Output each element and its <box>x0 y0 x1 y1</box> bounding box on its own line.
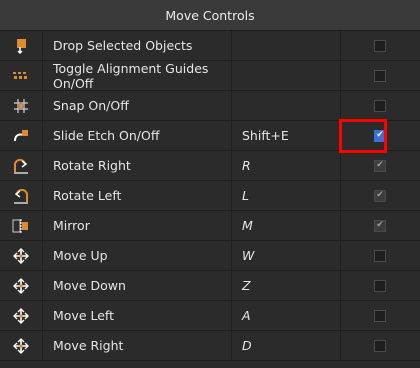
checkbox-cell <box>341 241 419 270</box>
enable-checkbox[interactable] <box>374 309 386 322</box>
check-icon: ✔ <box>376 160 384 170</box>
table-row: Rotate Left L ✔ <box>0 181 420 211</box>
rotate-left-icon <box>0 181 43 210</box>
enable-checkbox: ✔ <box>374 219 386 232</box>
table-row: Mirror M ✔ <box>0 211 420 241</box>
check-icon: ✔ <box>376 190 384 200</box>
command-name: Snap On/Off <box>43 91 232 120</box>
panel-title: Move Controls <box>0 0 420 31</box>
highlight-box <box>339 119 387 153</box>
table-row: Toggle Alignment Guides On/Off <box>0 61 420 91</box>
shortcut-key-cell[interactable]: D <box>232 331 341 360</box>
checkbox-cell <box>341 61 419 90</box>
check-icon: ✔ <box>376 220 384 230</box>
table-row: Move Left A <box>0 301 420 331</box>
controls-table: Drop Selected Objects Toggle Alignment Gu… <box>0 31 420 361</box>
command-name: Rotate Left <box>43 181 232 210</box>
shortcut-key-cell[interactable] <box>232 91 341 120</box>
command-name: Move Down <box>43 271 232 300</box>
enable-checkbox[interactable] <box>374 39 386 52</box>
table-row: Move Down Z <box>0 271 420 301</box>
command-name: Move Right <box>43 331 232 360</box>
shortcut-key-cell[interactable] <box>232 61 341 90</box>
shortcut-key-cell[interactable]: Shift+E <box>232 121 341 150</box>
enable-checkbox[interactable] <box>374 99 386 112</box>
checkbox-cell <box>341 31 419 60</box>
move-controls-panel: Move Controls Drop Selected Objects Toggl… <box>0 0 420 368</box>
move-down-icon <box>0 271 43 300</box>
shortcut-key-cell[interactable]: R <box>232 151 341 180</box>
command-name: Move Up <box>43 241 232 270</box>
command-name: Slide Etch On/Off <box>43 121 232 150</box>
shortcut-key-cell[interactable]: M <box>232 211 341 240</box>
table-row: Drop Selected Objects <box>0 31 420 61</box>
table-row: Snap On/Off <box>0 91 420 121</box>
alignment-guides-icon <box>0 61 43 90</box>
checkbox-cell: ✔ <box>341 181 419 210</box>
enable-checkbox[interactable] <box>374 249 386 262</box>
command-name: Mirror <box>43 211 232 240</box>
command-name: Drop Selected Objects <box>43 31 232 60</box>
checkbox-cell <box>341 91 419 120</box>
shortcut-key-cell[interactable]: A <box>232 301 341 330</box>
checkbox-cell <box>341 271 419 300</box>
mirror-icon <box>0 211 43 240</box>
checkbox-cell <box>341 301 419 330</box>
table-row: Move Up W <box>0 241 420 271</box>
checkbox-cell <box>341 331 419 360</box>
enable-checkbox: ✔ <box>374 159 386 172</box>
enable-checkbox[interactable] <box>374 69 386 82</box>
move-up-icon <box>0 241 43 270</box>
shortcut-key-cell[interactable]: Z <box>232 271 341 300</box>
drop-objects-icon <box>0 31 43 60</box>
move-left-icon <box>0 301 43 330</box>
command-name: Rotate Right <box>43 151 232 180</box>
snap-grid-icon <box>0 91 43 120</box>
table-row: Rotate Right R ✔ <box>0 151 420 181</box>
enable-checkbox[interactable] <box>374 279 386 292</box>
command-name: Move Left <box>43 301 232 330</box>
enable-checkbox[interactable] <box>374 339 386 352</box>
rotate-right-icon <box>0 151 43 180</box>
enable-checkbox: ✔ <box>374 189 386 202</box>
shortcut-key-cell[interactable] <box>232 31 341 60</box>
command-name: Toggle Alignment Guides On/Off <box>43 61 232 91</box>
table-row: Move Right D <box>0 331 420 361</box>
slide-etch-icon <box>0 121 43 150</box>
move-right-icon <box>0 331 43 360</box>
checkbox-cell: ✔ <box>341 211 419 240</box>
shortcut-key-cell[interactable]: W <box>232 241 341 270</box>
shortcut-key-cell[interactable]: L <box>232 181 341 210</box>
checkbox-cell: ✔ <box>341 151 419 180</box>
